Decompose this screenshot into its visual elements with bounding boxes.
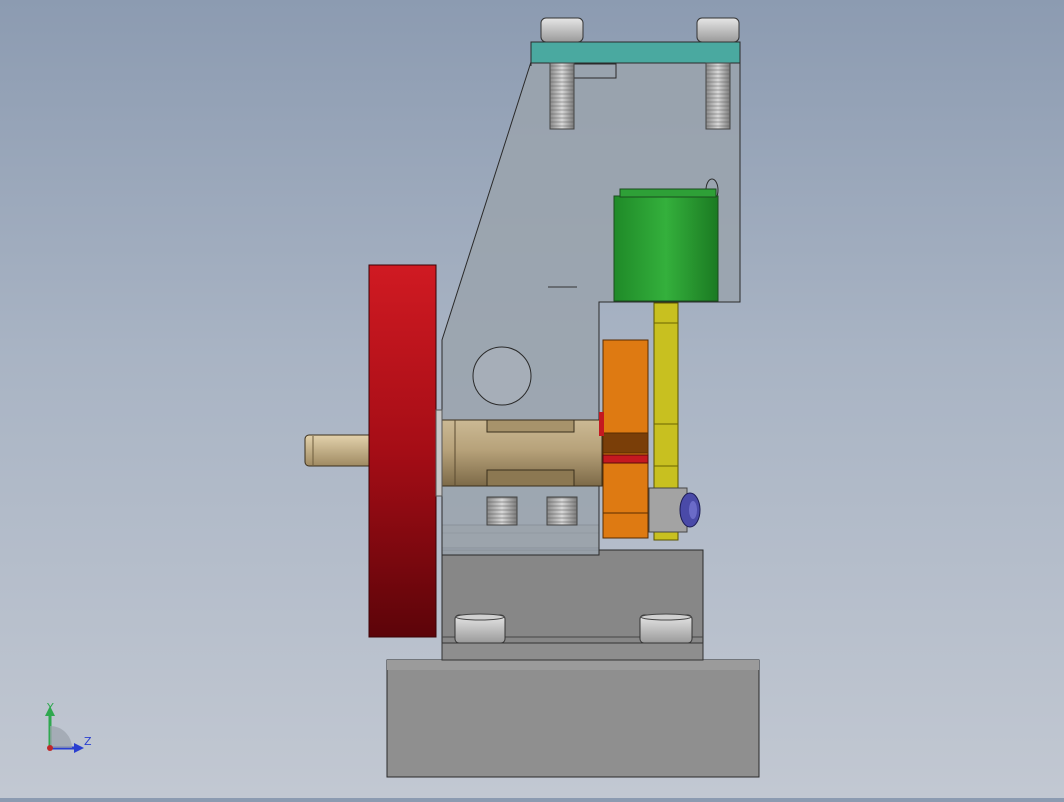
orange-cam [602, 339, 649, 539]
triad-origin [47, 745, 53, 751]
set-screw-left [486, 496, 518, 526]
assembly-drawing: Y Z [45, 17, 760, 778]
cad-viewport[interactable]: Y Z [0, 0, 1064, 798]
set-screw-right [546, 496, 578, 526]
base-screw-right [639, 613, 693, 644]
shaft-stub [304, 434, 374, 467]
main-shaft [439, 412, 604, 487]
z-axis-arrow [74, 743, 84, 753]
y-axis-label: Y [46, 701, 54, 714]
z-axis-label: Z [84, 735, 92, 748]
axis-triad: Y Z [45, 701, 92, 753]
link-pin [648, 487, 701, 533]
handwheel [368, 264, 443, 638]
green-block [613, 188, 719, 302]
base-block [386, 659, 760, 778]
triad-plane [50, 726, 72, 748]
top-plate [530, 41, 741, 64]
base-screw-left [454, 613, 506, 644]
